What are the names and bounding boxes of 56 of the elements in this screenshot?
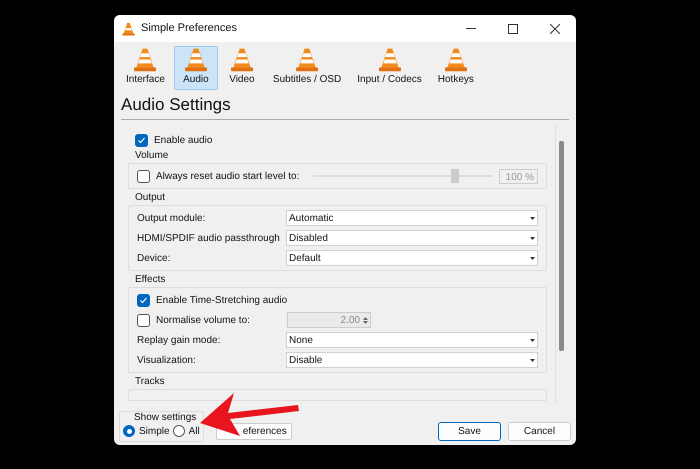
- checkbox-label: Always reset audio start level to:: [156, 170, 300, 184]
- dialog-button[interactable]: Cancel: [508, 422, 571, 440]
- dialog-button[interactable]: Save: [438, 422, 501, 440]
- field-label: Replay gain mode:: [137, 334, 220, 348]
- caret-icon: [530, 338, 535, 342]
- group-title: Volume: [135, 149, 170, 163]
- checkbox[interactable]: [137, 294, 150, 306]
- category-tab[interactable]: Video: [220, 46, 264, 90]
- slider[interactable]: [313, 169, 493, 183]
- spinner-icon: [363, 316, 368, 324]
- caret-icon: [530, 358, 535, 362]
- checkbox-label: Enable audio: [154, 134, 212, 148]
- maximize-icon: [508, 24, 518, 34]
- group-title: Effects: [135, 273, 166, 287]
- traffic-cone-icon: [122, 22, 135, 36]
- caret-icon: [530, 256, 535, 260]
- category-tab[interactable]: Hotkeys: [430, 46, 481, 90]
- caret-icon: [530, 236, 535, 240]
- checkbox-label: Normalise volume to:: [156, 314, 250, 328]
- checkbox[interactable]: [137, 170, 150, 182]
- field-label: Visualization:: [137, 354, 196, 368]
- checkbox-label: Enable Time-Stretching audio: [156, 294, 288, 308]
- checkbox[interactable]: [137, 314, 150, 326]
- close-icon: [550, 24, 560, 34]
- check-icon: [137, 136, 146, 144]
- field-label: Output module:: [137, 212, 206, 226]
- field-label: Device:: [137, 252, 170, 266]
- group-title: Tracks: [135, 375, 166, 389]
- checkbox[interactable]: [135, 134, 148, 146]
- category-tab[interactable]: Input / Codecs: [350, 46, 429, 90]
- dropdown-value: None: [289, 334, 313, 348]
- dropdown-value: Default: [289, 252, 321, 266]
- radio-label: Simple: [139, 424, 170, 438]
- minimize-icon: [466, 28, 476, 29]
- caret-icon: [530, 216, 535, 220]
- radio-button[interactable]: [172, 425, 185, 437]
- category-tab[interactable]: Interface: [119, 46, 172, 90]
- check-icon: [139, 296, 148, 304]
- dropdown[interactable]: Disable: [286, 352, 538, 368]
- group-title: Show settings: [134, 412, 198, 424]
- group-title: Output: [135, 191, 166, 205]
- dropdown[interactable]: Default: [286, 250, 538, 266]
- section-heading: Audio Settings: [121, 94, 232, 116]
- dropdown[interactable]: None: [286, 332, 538, 348]
- dropdown-value: Automatic: [289, 212, 334, 226]
- field-label: HDMI/SPDIF audio passthrough: [137, 232, 280, 246]
- radio-label: All: [188, 424, 200, 438]
- radio-button[interactable]: [123, 425, 135, 437]
- dropdown[interactable]: Automatic: [286, 210, 538, 226]
- window-title: Simple Preferences: [141, 21, 237, 36]
- dropdown-value: Disabled: [289, 232, 328, 246]
- category-tab[interactable]: Audio: [174, 46, 218, 90]
- category-tab[interactable]: Subtitles / OSD: [266, 46, 348, 90]
- dropdown-value: Disable: [289, 354, 322, 368]
- dropdown[interactable]: Disabled: [286, 230, 538, 246]
- slider-thumb[interactable]: [450, 169, 459, 183]
